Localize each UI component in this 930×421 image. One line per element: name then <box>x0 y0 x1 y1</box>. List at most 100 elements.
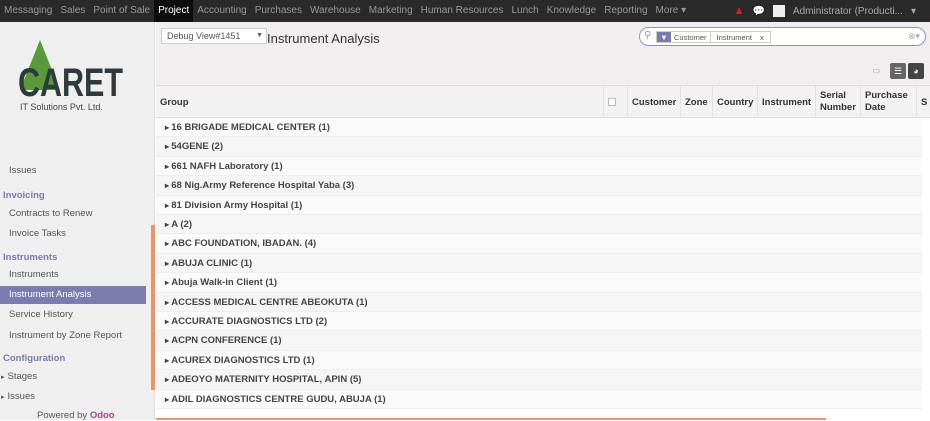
group-row[interactable]: ▸ ACCESS MEDICAL CENTRE ABEOKUTA (1) <box>156 292 922 312</box>
group-row[interactable]: ▸ 16 BRIGADE MEDICAL CENTER (1) <box>156 118 922 138</box>
sidebar-section-instruments: Instruments <box>3 252 58 263</box>
facet-instrument: Instrument x <box>709 32 770 42</box>
powered-by: Powered by Odoo <box>37 410 115 421</box>
search-input[interactable]: ⚲ ▼ Customer Instrument x ⊗▾ <box>639 27 926 46</box>
group-label: ACPN CONFERENCE (1) <box>171 335 282 347</box>
column-purchase-date[interactable]: Purchase Date <box>860 86 916 118</box>
column-country[interactable]: Country <box>712 86 753 118</box>
dropdown-arrow-icon: ▼ <box>256 32 263 39</box>
group-label: ADEOYO MATERNITY HOSPITAL, APIN (5) <box>171 374 362 386</box>
group-label: A (2) <box>171 219 193 230</box>
column-customer[interactable]: Customer <box>627 86 676 118</box>
menu-item-reporting[interactable]: Reporting <box>600 0 651 22</box>
sidebar-item-invoice-tasks[interactable]: Invoice Tasks <box>0 225 146 243</box>
facet-customer: Customer <box>674 33 707 42</box>
group-row[interactable]: ▸ ABC FOUNDATION, IBADAN. (4) <box>156 234 922 254</box>
menu-item-more-[interactable]: More ▾ <box>652 0 691 22</box>
warning-icon[interactable]: ▲ <box>734 5 745 17</box>
company-logo: CARET IT Solutions Pvt. Ltd. <box>18 40 123 112</box>
pager-icon[interactable]: ▭ <box>872 63 880 79</box>
menu-item-lunch[interactable]: Lunch <box>507 0 542 22</box>
group-row[interactable]: ▸ ACPN CONFERENCE (1) <box>156 331 922 351</box>
group-label: 16 BRIGADE MEDICAL CENTER (1) <box>171 122 330 133</box>
caret-right-icon: ▸ <box>1 374 5 381</box>
sidebar-section-configuration: Configuration <box>3 353 66 364</box>
group-label: 68 Nig.Army Reference Hospital Yaba (3) <box>171 180 355 192</box>
group-label: 81 Division Army Hospital (1) <box>171 199 303 211</box>
list-view-button[interactable]: ☰ <box>890 63 906 79</box>
column-zone[interactable]: Zone <box>680 86 708 118</box>
group-label: 661 NAFH Laboratory (1) <box>171 160 283 172</box>
debug-view-label: Debug View#1451 <box>167 31 241 41</box>
facet-close-icon[interactable]: x <box>757 33 767 42</box>
control-panel: Debug View#1451 ▼ Instrument Analysis ⚲ ▼… <box>156 22 930 86</box>
caret-right-icon: ▸ <box>1 394 5 401</box>
group-label: ACCESS MEDICAL CENTRE ABEOKUTA (1) <box>171 296 368 308</box>
group-label: ACCURATE DIAGNOSTICS LTD (2) <box>171 316 328 327</box>
group-label: Abuja Walk-in Client (1) <box>171 277 277 289</box>
sidebar-item-instruments[interactable]: Instruments <box>0 266 146 284</box>
column-group[interactable]: Group <box>156 86 189 118</box>
group-label: ABC FOUNDATION, IBADAN. (4) <box>171 238 317 250</box>
main-content: Debug View#1451 ▼ Instrument Analysis ⚲ ▼… <box>156 22 930 420</box>
group-row[interactable]: ▸ ADEOYO MATERNITY HOSPITAL, APIN (5) <box>156 370 922 390</box>
app-menu: Messaging Sales Point of Sale Project Accoun… <box>0 0 690 22</box>
group-row[interactable]: ▸ 661 NAFH Laboratory (1) <box>156 156 922 177</box>
group-row[interactable]: ▸ ADIL DIAGNOSTICS CENTRE GUDU, ABUJA (1… <box>156 389 922 409</box>
filter-icon: ▼ <box>657 32 671 42</box>
sidebar-item-instrument-by-zone-report[interactable]: Instrument by Zone Report <box>0 327 146 345</box>
sidebar-item-issues[interactable]: ▸ Issues <box>0 388 146 406</box>
menu-item-human-resources[interactable]: Human Resources <box>417 0 508 22</box>
group-rows: ▸ 16 BRIGADE MEDICAL CENTER (1) ▸ 54GENE … <box>156 118 930 418</box>
facet-instrument-label: Instrument <box>716 33 752 42</box>
sidebar-item-issues-partial[interactable]: Issues <box>0 165 146 177</box>
sidebar-section-invoicing: Invoicing <box>3 190 45 201</box>
menu-item-point-of-sale[interactable]: Point of Sale <box>89 0 154 22</box>
group-row[interactable]: ▸ ACUREX DIAGNOSTICS LTD (1) <box>156 350 922 371</box>
group-row[interactable]: ▸ 68 Nig.Army Reference Hospital Yaba (3… <box>156 176 922 196</box>
top-menu-bar: Messaging Sales Point of Sale Project Accoun… <box>0 0 930 22</box>
menu-item-sales[interactable]: Sales <box>56 0 89 22</box>
group-row[interactable]: ▸ 54GENE (2) <box>156 137 922 157</box>
logo-text: CARET <box>18 61 123 105</box>
search-icon: ⚲ <box>644 30 652 41</box>
chevron-down-icon[interactable]: ▾ <box>911 6 916 17</box>
menu-item-knowledge[interactable]: Knowledge <box>543 0 600 22</box>
search-options-icon[interactable]: ⊗▾ <box>908 31 920 42</box>
group-row[interactable]: ▸ 81 Division Army Hospital (1) <box>156 195 922 215</box>
sidebar-item-stages[interactable]: ▸ Stages <box>0 368 146 386</box>
group-row[interactable]: ▸ Abuja Walk-in Client (1) <box>156 273 922 293</box>
menu-item-marketing[interactable]: Marketing <box>365 0 417 22</box>
page-title: Instrument Analysis <box>267 31 380 46</box>
menu-item-project[interactable]: Project <box>154 0 194 22</box>
chat-icon[interactable]: 💬 <box>752 6 764 17</box>
avatar[interactable] <box>772 5 785 17</box>
group-row[interactable]: ▸ A (2) <box>156 215 922 235</box>
group-label: ACUREX DIAGNOSTICS LTD (1) <box>171 354 315 366</box>
graph-view-button[interactable]: ◕ <box>908 63 924 79</box>
search-facet-group-by[interactable]: ▼ Customer Instrument x <box>656 31 771 43</box>
sidebar-item-contracts-to-renew[interactable]: Contracts to Renew <box>0 205 146 223</box>
column-s[interactable]: S <box>916 86 927 118</box>
menu-item-warehouse[interactable]: Warehouse <box>306 0 365 22</box>
group-label: ADIL DIAGNOSTICS CENTRE GUDU, ABUJA (1) <box>171 393 386 405</box>
column-serial-number[interactable]: Serial Number <box>815 86 860 118</box>
sidebar-item-service-history[interactable]: Service History <box>0 306 146 324</box>
group-row[interactable]: ▸ ABUJA CLINIC (1) <box>156 253 922 274</box>
debug-view-select[interactable]: Debug View#1451 ▼ <box>161 28 267 44</box>
user-menu[interactable]: Administrator (Producti... <box>793 6 903 17</box>
menu-item-purchases[interactable]: Purchases <box>251 0 306 22</box>
column-instrument[interactable]: Instrument <box>757 86 811 118</box>
sidebar-item-label: Issues <box>7 391 35 402</box>
sidebar-item-label: Stages <box>7 371 38 382</box>
sidebar-item-instrument-analysis[interactable]: Instrument Analysis <box>0 286 146 304</box>
menu-item-accounting[interactable]: Accounting <box>193 0 250 22</box>
sidebar-scrollbar[interactable] <box>151 225 155 390</box>
sidebar: CARET IT Solutions Pvt. Ltd. Issues Invo… <box>0 22 155 421</box>
table-header: Group Customer Zone Country Instrument S… <box>156 86 930 118</box>
select-all-checkbox[interactable] <box>603 86 627 118</box>
menu-item-messaging[interactable]: Messaging <box>0 0 56 22</box>
group-row[interactable]: ▸ ACCURATE DIAGNOSTICS LTD (2) <box>156 312 922 332</box>
group-label: ABUJA CLINIC (1) <box>171 257 253 269</box>
odoo-link[interactable]: Odoo <box>90 410 115 421</box>
